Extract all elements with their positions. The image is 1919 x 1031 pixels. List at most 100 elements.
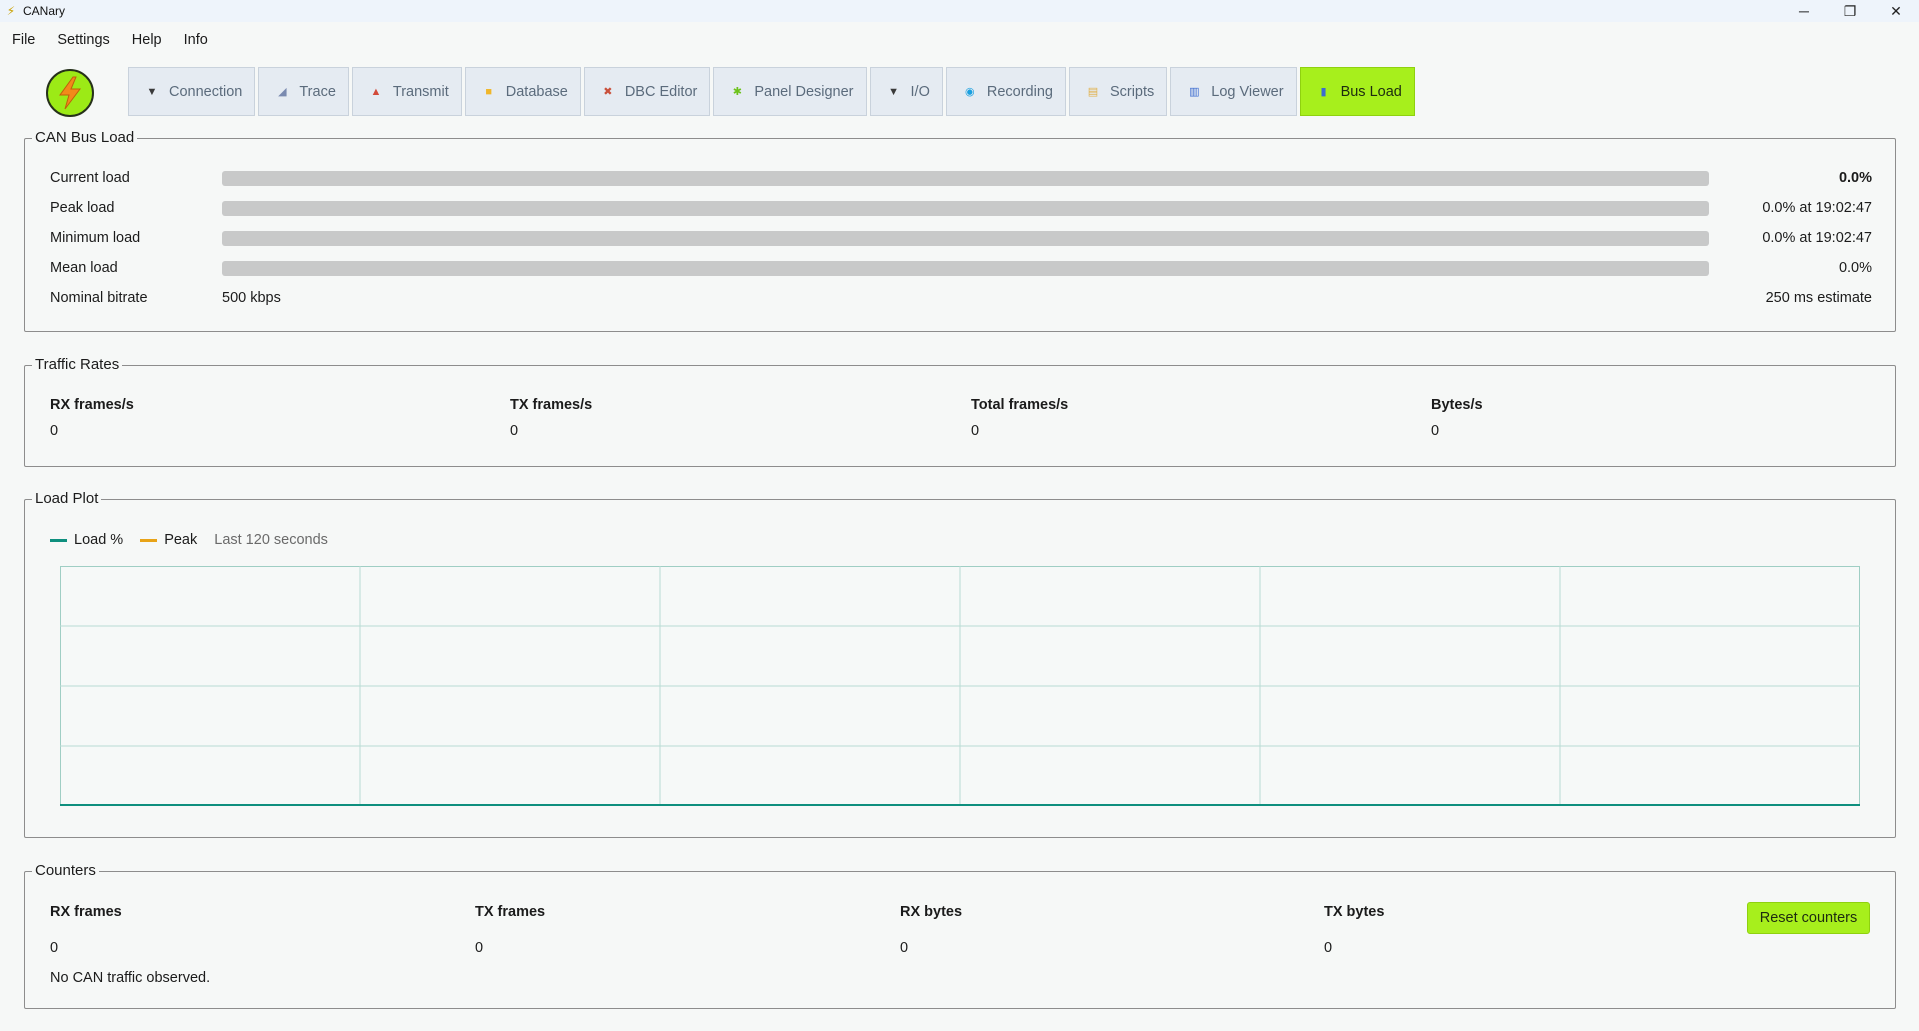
- rx-frames-counter-value: 0: [50, 940, 59, 956]
- tab-trace[interactable]: ◢ Trace: [258, 67, 349, 116]
- rx-frames-counter: RX frames 0: [50, 904, 122, 956]
- legend-load-label: Load %: [74, 532, 124, 548]
- record-icon: ◉: [965, 86, 975, 98]
- tab-transmit[interactable]: ▲ Transmit: [351, 67, 462, 116]
- close-icon[interactable]: ✕: [1873, 0, 1919, 22]
- rx-frames-rate-label: RX frames/s: [50, 397, 134, 413]
- tx-frames-counter: TX frames 0: [475, 904, 545, 956]
- tab-i-o[interactable]: ▼ I/O: [869, 67, 943, 116]
- rx-frames-counter-label: RX frames: [50, 904, 122, 920]
- puzzle-icon: ✱: [732, 86, 742, 98]
- load-row-value: 0.0%: [1838, 260, 1872, 276]
- load-plot-group-title: Load Plot: [32, 490, 102, 508]
- tx-frames-rate-label: TX frames/s: [510, 397, 593, 413]
- plot-window-note: Last 120 seconds: [214, 532, 328, 548]
- bitrate-value: 500 kbps: [222, 290, 281, 306]
- tx-frames-rate: TX frames/s 0: [510, 397, 592, 439]
- load-bar: [222, 260, 1709, 276]
- load-row-label: Mean load: [50, 260, 118, 276]
- books-icon: ▥: [1189, 86, 1200, 98]
- tab-label: Panel Designer: [754, 83, 854, 100]
- total-frames-rate: Total frames/s 0: [971, 397, 1068, 439]
- traffic-rates-group-title: Traffic Rates: [32, 356, 123, 374]
- scroll-icon: ▤: [1087, 86, 1099, 98]
- plug-icon: ▼: [888, 85, 899, 98]
- tab-panel-designer[interactable]: ✱ Panel Designer: [713, 67, 867, 116]
- menu-file[interactable]: File: [0, 32, 46, 48]
- tx-bytes-counter-value: 0: [1324, 940, 1333, 956]
- tab-recording[interactable]: ◉ Recording: [945, 67, 1066, 116]
- legend-load-swatch: [50, 538, 67, 542]
- load-bar: [222, 170, 1709, 186]
- tab-scripts[interactable]: ▤ Scripts: [1068, 67, 1168, 116]
- load-row-current-load: Current load 0.0%: [50, 168, 1872, 188]
- lightning-bolt-icon: [59, 76, 81, 110]
- tab-bus-load[interactable]: ▮ Bus Load: [1299, 67, 1415, 116]
- menu-settings[interactable]: Settings: [46, 32, 120, 48]
- tab-label: Bus Load: [1340, 83, 1402, 100]
- chart-line-icon: ◢: [278, 86, 287, 98]
- folder-icon: ■: [485, 85, 493, 98]
- legend-load: Load %: [50, 532, 123, 548]
- bytes-rate-value: 0: [1431, 423, 1440, 439]
- counters-group: Counters RX frames 0 TX frames 0 RX byte…: [24, 862, 1896, 1009]
- load-row-mean-load: Mean load 0.0%: [50, 258, 1872, 278]
- legend-peak-swatch: [140, 538, 158, 542]
- main-tabs: ▼ Connection ◢ Trace ▲ Transmit ■ Database ✖ DBC …: [128, 67, 1418, 116]
- tx-frames-counter-value: 0: [475, 940, 484, 956]
- estimate-value: 250 ms estimate: [1765, 290, 1872, 306]
- menu-help[interactable]: Help: [121, 32, 173, 48]
- rx-frames-rate: RX frames/s 0: [50, 397, 134, 439]
- bytes-rate-label: Bytes/s: [1431, 397, 1483, 413]
- load-row-value: 0.0% at 19:02:47: [1762, 230, 1872, 246]
- bitrate-label: Nominal bitrate: [50, 290, 148, 306]
- rx-bytes-counter-value: 0: [900, 940, 909, 956]
- load-bar: [222, 200, 1709, 216]
- window-controls: ─ ❐ ✕: [1781, 0, 1919, 22]
- tab-label: Connection: [169, 83, 243, 100]
- tx-frames-rate-value: 0: [510, 423, 519, 439]
- tab-label: I/O: [910, 83, 930, 100]
- tab-label: Recording: [986, 83, 1053, 100]
- bitrate-row: Nominal bitrate 500 kbps 250 ms estimate: [50, 288, 1872, 308]
- load-row-label: Peak load: [50, 200, 115, 216]
- bus-load-group: CAN Bus Load Current load 0.0% Peak load 0.…: [24, 129, 1896, 332]
- rx-bytes-counter: RX bytes 0: [900, 904, 962, 956]
- rx-frames-rate-value: 0: [50, 423, 59, 439]
- reset-counters-button[interactable]: Reset counters: [1747, 902, 1870, 934]
- rx-bytes-counter-label: RX bytes: [900, 904, 963, 920]
- tab-label: Scripts: [1109, 83, 1155, 100]
- tab-dbc-editor[interactable]: ✖ DBC Editor: [583, 67, 711, 116]
- counters-group-title: Counters: [32, 862, 99, 880]
- tab-database[interactable]: ■ Database: [464, 67, 581, 116]
- lightning-logo-icon: [46, 69, 94, 117]
- menu-bar: File Settings Help Info: [0, 26, 219, 54]
- tx-bytes-counter-label: TX bytes: [1324, 904, 1385, 920]
- menu-info[interactable]: Info: [173, 32, 219, 48]
- maximize-icon[interactable]: ❐: [1827, 0, 1873, 22]
- total-frames-rate-value: 0: [971, 423, 980, 439]
- tab-label: Log Viewer: [1211, 83, 1284, 100]
- load-bar: [222, 230, 1709, 246]
- legend-peak-label: Peak: [164, 532, 198, 548]
- minimize-icon[interactable]: ─: [1781, 0, 1827, 22]
- plug-icon: ▼: [146, 85, 158, 98]
- title-bar: ⚡ CANary ─ ❐ ✕: [0, 0, 1919, 22]
- tab-label: Transmit: [392, 83, 449, 100]
- tx-bytes-counter: TX bytes 0: [1324, 904, 1384, 956]
- bar-chart-icon: ▮: [1320, 86, 1327, 98]
- tab-label: DBC Editor: [624, 83, 698, 100]
- upload-icon: ▲: [370, 85, 382, 98]
- load-plot-chart: [60, 566, 1860, 806]
- load-row-peak-load: Peak load 0.0% at 19:02:47: [50, 198, 1872, 218]
- tab-log-viewer[interactable]: ▥ Log Viewer: [1170, 67, 1297, 116]
- load-row-value: 0.0%: [1838, 170, 1872, 186]
- load-row-label: Current load: [50, 170, 130, 186]
- traffic-status-message: No CAN traffic observed.: [50, 970, 211, 986]
- tools-icon: ✖: [603, 86, 613, 98]
- load-row-value: 0.0% at 19:02:47: [1762, 200, 1872, 216]
- legend-peak: Peak: [140, 532, 197, 548]
- canary-app-icon: ⚡: [6, 4, 16, 18]
- tab-connection[interactable]: ▼ Connection: [128, 67, 256, 116]
- bus-load-group-title: CAN Bus Load: [32, 129, 138, 147]
